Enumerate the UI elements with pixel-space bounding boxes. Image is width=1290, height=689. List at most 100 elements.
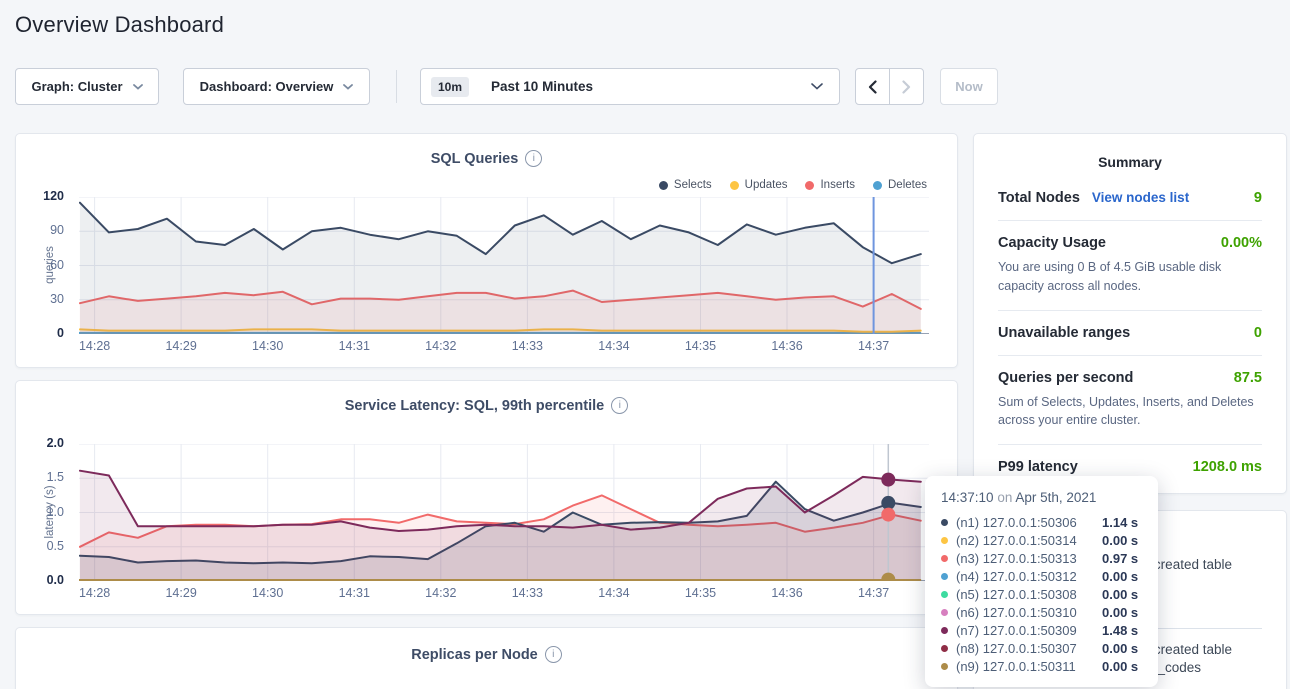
x-axis-tick: 14:37 xyxy=(858,339,889,353)
info-icon[interactable] xyxy=(525,150,542,167)
tooltip-node-value: 0.00 s xyxy=(1102,533,1138,548)
time-prev-button[interactable] xyxy=(855,68,890,105)
view-nodes-list-link[interactable]: View nodes list xyxy=(1092,190,1189,205)
legend-label: Deletes xyxy=(888,179,927,191)
summary-row-label: P99 latency xyxy=(998,459,1078,475)
chart-title-text: Replicas per Node xyxy=(411,647,538,663)
latency-x-axis-ticks: 14:2814:2914:3014:3114:3214:3314:3414:35… xyxy=(79,586,929,602)
sql-queries-card: SQL Queries SelectsUpdatesInsertsDeletes… xyxy=(15,133,958,368)
summary-row-label: Unavailable ranges xyxy=(998,325,1130,341)
x-axis-tick: 14:32 xyxy=(425,339,456,353)
chevron-right-icon xyxy=(901,80,912,94)
latency-y-axis-ticks: 0.00.51.01.52.0 xyxy=(16,444,72,581)
info-icon[interactable] xyxy=(545,646,562,663)
chevron-down-icon xyxy=(133,84,143,90)
y-axis-tick: 30 xyxy=(50,292,64,306)
time-range-badge: 10m xyxy=(431,77,469,97)
tooltip-time: 14:37:10 xyxy=(941,490,994,505)
summary-card: Summary Total NodesView nodes list9Capac… xyxy=(973,133,1287,494)
tooltip-header: 14:37:10 on Apr 5th, 2021 xyxy=(925,488,1158,513)
dashboard-dropdown-label: Dashboard: Overview xyxy=(200,79,334,94)
x-axis-tick: 14:35 xyxy=(685,586,716,600)
summary-row-value: 87.5 xyxy=(1234,370,1262,386)
y-axis-tick: 2.0 xyxy=(47,436,64,450)
y-axis-tick: 0.0 xyxy=(47,573,64,587)
service-latency-title: Service Latency: SQL, 99th percentile xyxy=(16,397,957,414)
legend-item-inserts[interactable]: Inserts xyxy=(805,179,855,191)
now-button[interactable]: Now xyxy=(940,68,998,105)
chevron-left-icon xyxy=(867,80,878,94)
legend-dot-icon xyxy=(873,181,882,190)
sql-queries-legend: Selects Updates Inserts Deletes xyxy=(659,179,927,191)
time-next-button[interactable] xyxy=(889,68,924,105)
tooltip-row: (n6) 127.0.0.1:503100.00 s xyxy=(925,603,1158,621)
tooltip-on: on xyxy=(997,490,1012,505)
tooltip-row: (n7) 127.0.0.1:503091.48 s xyxy=(925,621,1158,639)
legend-item-selects[interactable]: Selects xyxy=(659,179,712,191)
time-nav-group xyxy=(855,68,924,105)
tooltip-node-label: (n2) 127.0.0.1:50314 xyxy=(956,533,1102,548)
x-axis-tick: 14:30 xyxy=(252,339,283,353)
service-latency-plot[interactable] xyxy=(79,444,929,581)
chevron-down-icon xyxy=(811,83,823,90)
info-icon[interactable] xyxy=(611,397,628,414)
y-axis-tick: 60 xyxy=(50,258,64,272)
summary-rows: Total Nodes View nodes list 9 Capacity Usag… xyxy=(974,176,1286,489)
replicas-per-node-title: Replicas per Node xyxy=(16,646,957,663)
legend-label: Selects xyxy=(674,179,712,191)
legend-label: Inserts xyxy=(820,179,855,191)
series-dot-icon xyxy=(941,537,948,544)
tooltip-row: (n1) 127.0.0.1:503061.14 s xyxy=(925,513,1158,531)
series-dot-icon xyxy=(941,555,948,562)
series-dot-icon xyxy=(941,645,948,652)
x-axis-tick: 14:34 xyxy=(598,586,629,600)
now-button-label: Now xyxy=(955,79,982,94)
summary-row-value: 9 xyxy=(1254,190,1262,206)
time-range-picker[interactable]: 10m Past 10 Minutes xyxy=(420,68,840,105)
x-axis-tick: 14:28 xyxy=(79,586,110,600)
y-axis-tick: 0.5 xyxy=(47,539,64,553)
legend-item-deletes[interactable]: Deletes xyxy=(873,179,927,191)
sql-y-axis-ticks: 0306090120 xyxy=(16,197,72,334)
legend-label: Updates xyxy=(745,179,788,191)
summary-row-description: Sum of Selects, Updates, Inserts, and De… xyxy=(998,393,1262,431)
y-axis-tick: 1.5 xyxy=(47,470,64,484)
x-axis-tick: 14:32 xyxy=(425,586,456,600)
legend-item-updates[interactable]: Updates xyxy=(730,179,788,191)
sql-queries-plot[interactable] xyxy=(79,197,929,334)
legend-dot-icon xyxy=(659,181,668,190)
tooltip-date: Apr 5th, 2021 xyxy=(1015,490,1096,505)
tooltip-node-value: 1.14 s xyxy=(1102,515,1138,530)
y-axis-tick: 90 xyxy=(50,223,64,237)
tooltip-row: (n9) 127.0.0.1:503110.00 s xyxy=(925,657,1158,675)
summary-row-label: Capacity Usage xyxy=(998,235,1106,251)
tooltip-node-label: (n7) 127.0.0.1:50309 xyxy=(956,623,1102,638)
graph-dropdown[interactable]: Graph: Cluster xyxy=(15,68,159,105)
summary-row-value: 1208.0 ms xyxy=(1193,459,1262,475)
tooltip-rows: (n1) 127.0.0.1:503061.14 s (n2) 127.0.0.1… xyxy=(925,513,1158,675)
chevron-down-icon xyxy=(343,84,353,90)
replicas-per-node-card: Replicas per Node xyxy=(15,627,958,689)
tooltip-node-label: (n6) 127.0.0.1:50310 xyxy=(956,605,1102,620)
summary-row: Capacity Usage0.00%You are using 0 B of … xyxy=(998,221,1262,311)
chart-title-text: Service Latency: SQL, 99th percentile xyxy=(345,398,605,414)
tooltip-node-value: 0.00 s xyxy=(1102,587,1138,602)
tooltip-row: (n3) 127.0.0.1:503130.97 s xyxy=(925,549,1158,567)
series-dot-icon xyxy=(941,627,948,634)
summary-row: Unavailable ranges0 xyxy=(998,311,1262,356)
summary-row-label: Queries per second xyxy=(998,370,1133,386)
x-axis-tick: 14:33 xyxy=(512,339,543,353)
series-dot-icon xyxy=(941,663,948,670)
x-axis-tick: 14:36 xyxy=(771,586,802,600)
summary-row-description: You are using 0 B of 4.5 GiB usable disk… xyxy=(998,258,1262,296)
tooltip-node-value: 0.00 s xyxy=(1102,605,1138,620)
x-axis-tick: 14:29 xyxy=(165,586,196,600)
dashboard-dropdown[interactable]: Dashboard: Overview xyxy=(183,68,370,105)
time-range-label: Past 10 Minutes xyxy=(491,79,593,94)
tooltip-row: (n4) 127.0.0.1:503120.00 s xyxy=(925,567,1158,585)
overview-dashboard-page: Overview Dashboard Graph: Cluster Dashbo… xyxy=(0,0,1290,689)
tooltip-node-value: 0.00 s xyxy=(1102,659,1138,674)
tooltip-node-label: (n8) 127.0.0.1:50307 xyxy=(956,641,1102,656)
summary-row-label: Total Nodes xyxy=(998,190,1080,206)
series-dot-icon xyxy=(941,573,948,580)
